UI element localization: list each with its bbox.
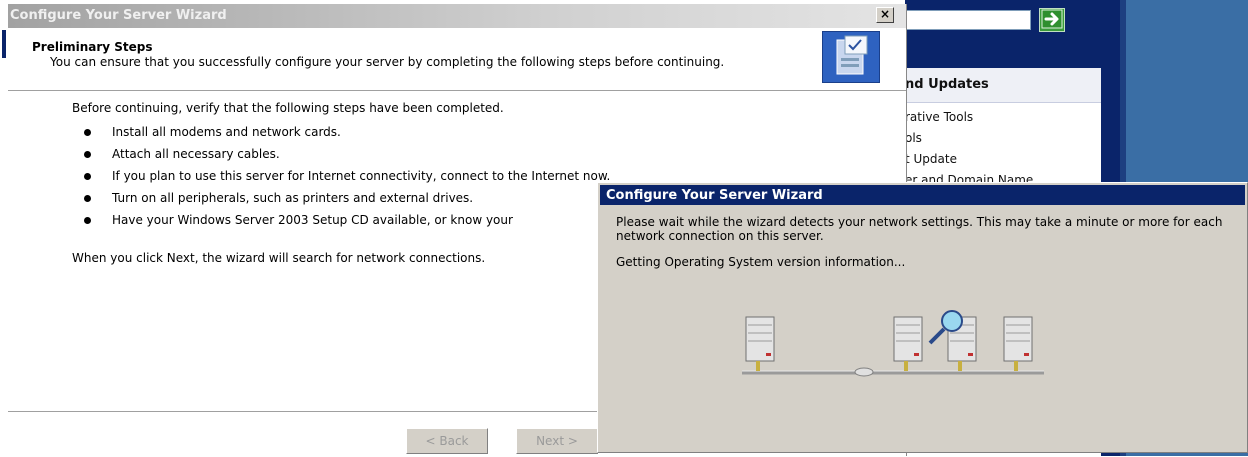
arrow-right-icon	[1041, 9, 1063, 29]
server-icon	[745, 316, 775, 371]
preliminary-steps-list: Install all modems and network cards. At…	[84, 121, 610, 231]
header-description: You can ensure that you successfully con…	[50, 55, 725, 69]
tool-link-list: rative Tools ols t Update er and Domain …	[905, 103, 1101, 191]
back-button[interactable]: < Back	[406, 428, 488, 454]
wizard-header: Preliminary Steps You can ensure that yo…	[8, 28, 906, 91]
window-edge-strip	[2, 30, 6, 58]
intro-text: Before continuing, verify that the follo…	[72, 101, 504, 115]
list-item: If you plan to use this server for Inter…	[84, 165, 610, 187]
server-checklist-icon	[822, 31, 880, 83]
list-item: Attach all necessary cables.	[84, 143, 610, 165]
step-text: If you plan to use this server for Inter…	[112, 169, 611, 183]
step-text: Have your Windows Server 2003 Setup CD a…	[112, 213, 513, 227]
bullet-icon	[84, 217, 91, 224]
server-icon	[893, 316, 923, 371]
progress-status: Getting Operating System version informa…	[616, 255, 906, 269]
next-button[interactable]: Next >	[516, 428, 598, 454]
server-icon	[1003, 316, 1033, 371]
progress-titlebar[interactable]: Configure Your Server Wizard	[600, 185, 1245, 205]
list-item: Turn on all peripherals, such as printer…	[84, 187, 610, 209]
tool-link-windows-update[interactable]: t Update	[905, 149, 1101, 170]
tool-link-admin-tools[interactable]: rative Tools	[905, 107, 1101, 128]
tools-card-heading: nd Updates	[905, 68, 1101, 103]
outro-text: When you click Next, the wizard will sea…	[72, 251, 486, 265]
bullet-icon	[84, 151, 91, 158]
search-go-button[interactable]	[1039, 8, 1065, 32]
network-detection-dialog: Configure Your Server Wizard Please wait…	[597, 182, 1248, 453]
desktop-left-edge	[0, 0, 8, 456]
bullet-icon	[84, 173, 91, 180]
header-title: Preliminary Steps	[32, 40, 153, 54]
bullet-icon	[84, 129, 91, 136]
progress-title: Configure Your Server Wizard	[606, 188, 823, 203]
list-item: Have your Windows Server 2003 Setup CD a…	[84, 209, 610, 231]
wizard-title: Configure Your Server Wizard	[10, 8, 227, 23]
network-search-animation	[738, 309, 1058, 389]
bullet-icon	[84, 195, 91, 202]
tool-link-tools[interactable]: ols	[905, 128, 1101, 149]
list-item: Install all modems and network cards.	[84, 121, 610, 143]
search-input[interactable]	[905, 10, 1031, 30]
wizard-titlebar[interactable]: Configure Your Server Wizard ×	[8, 4, 906, 28]
step-text: Install all modems and network cards.	[112, 125, 341, 139]
close-icon: ×	[879, 7, 891, 21]
close-button[interactable]: ×	[876, 7, 894, 23]
step-text: Turn on all peripherals, such as printer…	[112, 191, 474, 205]
step-text: Attach all necessary cables.	[112, 147, 280, 161]
progress-message: Please wait while the wizard detects you…	[616, 215, 1223, 243]
